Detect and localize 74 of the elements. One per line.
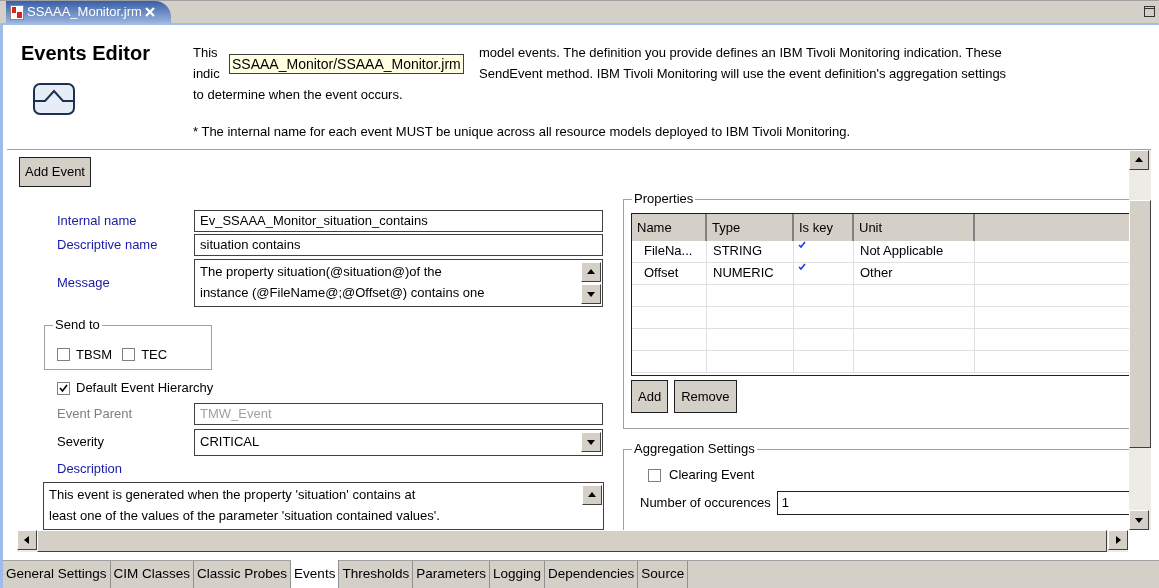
add-event-button[interactable]: Add Event	[19, 157, 91, 187]
group-title: Aggregation Settings	[632, 441, 757, 457]
group-title: Properties	[632, 191, 696, 207]
up-arrow-icon	[587, 490, 597, 500]
description-field[interactable]: This event is generated when the property 'situation' contains at least one of the values of the parameter 'situation contained values'.	[43, 482, 604, 530]
column-header[interactable]: Name	[632, 214, 707, 241]
table-cell: STRING	[707, 241, 794, 262]
field-label: Internal name	[57, 211, 138, 230]
scroll-button[interactable]	[1108, 530, 1128, 550]
table-button[interactable]: Add	[631, 380, 669, 413]
page-tab[interactable]: Source	[638, 561, 689, 588]
scroll-button[interactable]	[581, 432, 601, 452]
table-cell: NUMERIC	[707, 263, 794, 284]
column-header[interactable]: Unit	[854, 214, 975, 241]
vertical-scrollbar[interactable]	[1129, 150, 1151, 530]
column-header[interactable]: Is key	[794, 214, 854, 241]
severity-dropdown[interactable]: CRITICAL	[194, 428, 603, 456]
up-arrow-icon	[1134, 155, 1144, 165]
message-line: The property situation(@situation@)of the	[200, 262, 443, 281]
text-field[interactable]: Ev_SSAAA_Monitor_situation_contains	[194, 209, 603, 232]
field-label: Number of occurences	[640, 494, 771, 513]
checkbox[interactable]	[122, 347, 136, 361]
note-text: * The internal name for each event MUST be unique across all resource models deployed to IBM Tivoli Monitoring.	[193, 123, 852, 141]
page-tab[interactable]: Thresholds	[339, 561, 414, 588]
table-button[interactable]: Remove	[674, 380, 737, 413]
editor-title: Events Editor	[21, 41, 151, 65]
page-tab[interactable]: Classic Probes	[194, 561, 292, 588]
field-label: Message	[57, 273, 111, 292]
checkbox-label: Default Event Hierarchy	[76, 379, 214, 398]
checkbox-label: TEC	[141, 345, 168, 364]
scroll-button[interactable]	[581, 283, 601, 304]
check-icon	[59, 383, 68, 393]
message-field[interactable]: The property situation(@situation@)of the instance (@FileName@;@Offset@) contains one	[194, 258, 603, 307]
intro-text: to determine when the event occurs.	[193, 86, 404, 104]
checkbox[interactable]	[57, 381, 70, 395]
down-arrow-icon	[586, 437, 596, 447]
down-arrow-icon	[1134, 515, 1144, 525]
scroll-button[interactable]	[581, 261, 601, 282]
checkbox-label: TBSM	[76, 345, 113, 364]
table-cell: Other	[854, 263, 975, 284]
table-cell: FileNa...	[632, 241, 707, 262]
maximize-icon[interactable]	[1144, 6, 1155, 17]
intro-text: SendEvent method. IBM Tivoli Monitoring will use the event definition's aggregation settings	[479, 65, 1007, 83]
page-tab[interactable]: General Settings	[3, 561, 111, 588]
field-label: Descriptive name	[57, 235, 159, 254]
tab-title: SSAAA_Monitor.jrm	[27, 3, 142, 22]
intro-text: This	[193, 44, 219, 62]
left-arrow-icon	[22, 535, 32, 545]
description-line: least one of the values of the parameter 'situation contained values'.	[49, 507, 440, 525]
table-cell: Not Applicable	[854, 241, 975, 262]
text-field[interactable]: situation contains	[194, 233, 603, 256]
right-arrow-icon	[1113, 535, 1123, 545]
checkbox[interactable]	[57, 347, 70, 361]
occurrences-field[interactable]: 1	[776, 491, 1129, 515]
message-line: instance (@FileName@;@Offset@) contains one	[200, 283, 485, 302]
field-label: Event Parent	[57, 405, 134, 424]
checkbox[interactable]	[648, 468, 661, 482]
file-icon	[10, 4, 24, 20]
field-label: Severity	[57, 433, 105, 452]
close-icon[interactable]	[144, 7, 155, 17]
checkbox-label: Clearing Event	[669, 466, 755, 485]
page-tab[interactable]: Events	[291, 560, 340, 588]
scroll-thumb[interactable]	[1129, 200, 1151, 448]
scroll-button[interactable]	[1129, 150, 1149, 170]
scroll-button[interactable]	[17, 530, 37, 550]
tooltip: SSAAA_Monitor/SSAAA_Monitor.jrm	[229, 54, 464, 74]
column-header[interactable]: Type	[707, 214, 794, 241]
description-line: This event is generated when the property 'situation' contains at	[49, 486, 417, 504]
table-cell: Offset	[632, 263, 707, 284]
intro-text: indic	[193, 65, 221, 83]
intro-text: model events. The definition you provide defines an IBM Tivoli Monitoring indication. These	[479, 44, 1002, 62]
scroll-button[interactable]	[582, 485, 602, 505]
scroll-button[interactable]	[1129, 510, 1149, 530]
field-label: Description	[57, 460, 124, 478]
